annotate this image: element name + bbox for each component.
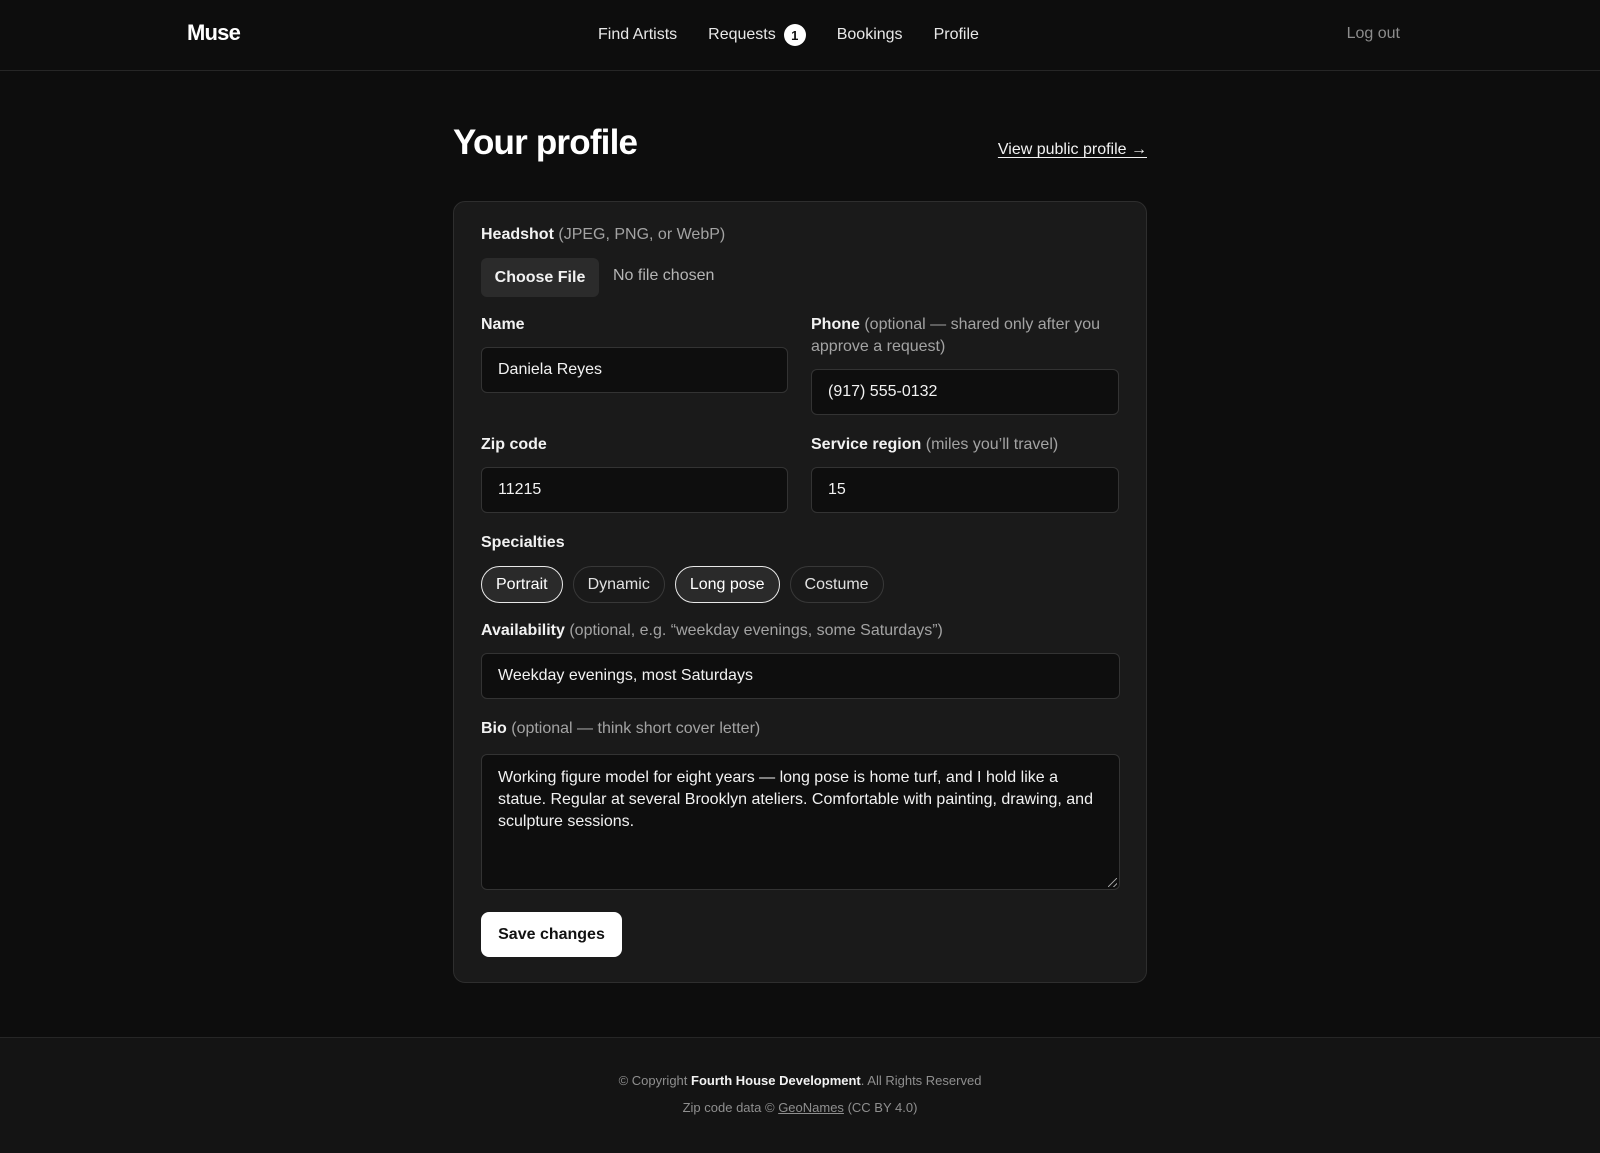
footer: © Copyright Fourth House Development. Al… [0,1037,1600,1153]
nav-bookings-label: Bookings [836,26,903,43]
zip-credit-prefix: Zip code data © [682,1100,775,1115]
nav-bookings[interactable]: Bookings [837,26,903,44]
region-value: 15 [828,481,846,498]
name-value: Daniela Reyes [498,361,603,378]
nav-profile-label: Profile [933,26,979,43]
availability-value: Weekday evenings, most Saturdays [498,667,753,684]
rights-text: . All Rights Reserved [860,1073,982,1088]
availability-label-text: Availability [481,622,565,639]
phone-label-text: Phone [811,316,860,333]
headshot-hint: (JPEG, PNG, or WebP) [558,226,726,243]
nav-links: Find Artists Requests 1 Bookings Profile [598,24,979,46]
availability-label: Availability (optional, e.g. “weekday ev… [481,620,943,642]
chip-costume[interactable]: Costume [789,566,884,603]
availability-hint: (optional, e.g. “weekday evenings, some … [569,622,943,639]
view-public-profile-link[interactable]: View public profile → [998,141,1147,159]
page-title: Your profile [453,123,638,162]
bio-label: Bio (optional — think short cover letter… [481,718,760,740]
chip-portrait[interactable]: Portrait [481,566,563,603]
phone-label: Phone (optional — shared only after you … [811,314,1111,358]
specialties-label: Specialties [481,532,565,554]
chip-dynamic[interactable]: Dynamic [572,566,665,603]
name-label-text: Name [481,316,525,333]
resize-handle-icon[interactable] [1108,878,1117,887]
nav-requests[interactable]: Requests 1 [708,24,806,46]
zip-label-text: Zip code [481,436,547,453]
bio-label-text: Bio [481,720,507,737]
requests-count-badge: 1 [783,24,806,46]
chip-long-pose[interactable]: Long pose [674,566,780,603]
license-text: (CC BY 4.0) [847,1100,918,1115]
nav-find-artists[interactable]: Find Artists [598,26,677,44]
nav-requests-label: Requests [708,26,776,43]
headshot-label: Headshot (JPEG, PNG, or WebP) [481,224,725,246]
region-hint: (miles you’ll travel) [925,436,1059,453]
bio-value: Working figure model for eight years — l… [498,769,1093,830]
region-label-text: Service region [811,436,922,453]
save-changes-button[interactable]: Save changes [481,912,622,957]
region-input[interactable]: 15 [811,467,1119,513]
headshot-label-text: Headshot [481,226,554,243]
geonames-link[interactable]: GeoNames [778,1100,844,1115]
choose-file-button[interactable]: Choose File [481,258,599,297]
region-label: Service region (miles you’ll travel) [811,434,1058,456]
zip-value: 11215 [498,481,542,498]
specialties-label-text: Specialties [481,534,565,551]
profile-form-card: Headshot (JPEG, PNG, or WebP) Choose Fil… [453,201,1147,983]
bio-hint: (optional — think short cover letter) [511,720,761,737]
nav-profile[interactable]: Profile [934,26,979,44]
top-nav: Muse Find Artists Requests 1 Bookings Pro… [0,0,1600,71]
logout-link[interactable]: Log out [1347,25,1400,43]
zip-data-credit: Zip code data © GeoNames (CC BY 4.0) [0,1100,1600,1115]
bio-textarea[interactable]: Working figure model for eight years — l… [481,754,1120,890]
file-status: No file chosen [613,267,715,284]
copyright-prefix: © Copyright [618,1073,688,1088]
company-name: Fourth House Development [691,1073,861,1088]
nav-find-artists-label: Find Artists [598,26,678,43]
availability-input[interactable]: Weekday evenings, most Saturdays [481,653,1120,699]
phone-value: (917) 555-0132 [828,383,938,400]
name-label: Name [481,314,525,336]
brand-logo[interactable]: Muse [187,20,241,46]
name-input[interactable]: Daniela Reyes [481,347,788,393]
phone-input[interactable]: (917) 555-0132 [811,369,1119,415]
copyright-line: © Copyright Fourth House Development. Al… [0,1073,1600,1088]
specialties-chips: Portrait Dynamic Long pose Costume [481,566,894,603]
zip-input[interactable]: 11215 [481,467,788,513]
zip-label: Zip code [481,434,547,456]
